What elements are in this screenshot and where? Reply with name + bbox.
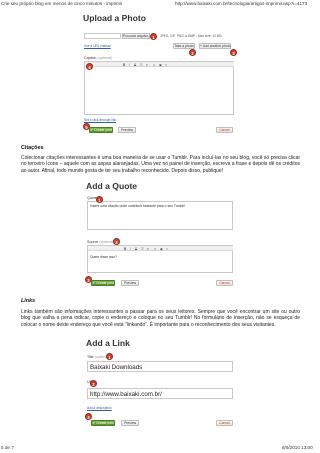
html-icon[interactable]: ⌗ [165,63,167,67]
bold-icon[interactable]: B [123,63,125,67]
photo-create-button[interactable]: ✔ Create post [89,127,113,133]
quote-textarea[interactable]: Insere uma citação pode contribuir basta… [87,201,233,230]
link-cancel-button[interactable]: Cancel [216,420,233,426]
link-badge-2: 2 [90,380,97,387]
links-title: Links [21,298,36,304]
step-badge-3: 3 [230,49,237,56]
title-input-value: Baixaki Downloads [90,364,143,371]
click-through-link[interactable]: Set a click-through link [84,118,116,122]
italic-icon[interactable]: I [130,247,131,251]
step-badge-4: 4 [86,63,93,70]
file-path-input[interactable] [84,33,121,39]
checkmark-icon: ✔ [92,421,96,425]
source-label: Source (optional) [87,240,115,244]
strike-icon[interactable]: S [135,247,137,251]
source-text: Quem disse isso? [90,255,117,259]
use-url-link[interactable]: Use a URL instead [84,44,111,48]
bold-icon[interactable]: B [124,247,126,251]
quote-cancel-button[interactable]: Cancel [216,280,233,286]
link-heading: Add a Link [86,338,130,348]
link-icon[interactable]: ∞ [153,63,155,67]
citacoes-title: Citações [21,145,44,151]
page-counter: 5 de 7 [1,445,14,450]
numbered-list-icon[interactable]: ≡ [146,63,148,67]
source-toolbar: B I S ☰ ≡ ∞ ▣ ⌗ [88,246,233,251]
links-body: Links também são informações interessant… [21,309,300,328]
print-footer: 5 de 7 6/5/2010 13:00 [0,444,320,453]
image-icon[interactable]: ▣ [160,247,163,251]
print-datetime: 6/5/2010 13:00 [282,445,313,450]
link-preview-button[interactable]: Preview [121,420,139,426]
photo-preview-button[interactable]: Preview [118,127,136,133]
link-badge-1: 1 [106,353,113,360]
list-icon[interactable]: ☰ [140,63,143,67]
html-icon[interactable]: ⌗ [166,247,168,251]
quote-preview-button[interactable]: Preview [121,280,139,286]
source-textarea[interactable]: B I S ☰ ≡ ∞ ▣ ⌗ Quem disse isso? [87,245,233,273]
italic-icon[interactable]: I [129,63,130,67]
page-url: http://www.baixaki.com.br/tecnologia/art… [175,1,308,6]
citacoes-body: Colecionar citações interessantes é uma … [21,155,300,174]
checkmark-icon: ✔ [90,128,94,132]
quote-badge-2: 2 [113,238,120,245]
list-icon[interactable]: ☰ [141,247,144,251]
step-badge-1: 1 [150,33,157,40]
url-input[interactable]: http://www.baixaki.com.br/ [87,388,233,399]
quote-text: Insere uma citação pode contribuir basta… [90,204,186,208]
link-icon[interactable]: ∞ [154,247,156,251]
link-create-button[interactable]: ✔ Create post [91,420,115,426]
quote-create-button[interactable]: ✔ Create post [91,280,115,286]
photo-cancel-button[interactable]: Cancel [216,127,233,133]
page-title: Crie seu próprio blog em menos de cinco … [1,1,123,6]
strike-icon[interactable]: S [134,63,136,67]
format-hint: JPEG, GIF, PNG or BMP - Max size: 10 MB [160,34,222,38]
browse-button[interactable]: Procurar arquivo... [122,33,151,39]
caption-label: Caption (optional) [84,56,113,60]
caption-toolbar: B I S ☰ ≡ ∞ ▣ ⌗ [85,62,234,67]
step-badge-2: 2 [189,49,196,56]
numbered-list-icon[interactable]: ≡ [147,247,149,251]
add-photo-button[interactable]: + Add another photo [199,43,231,49]
photo-heading: Upload a Photo [83,13,147,23]
quote-heading: Add a Quote [86,181,138,191]
link-badge-3: 3 [85,413,92,420]
add-description-link[interactable]: Add a description [87,406,112,410]
url-input-value: http://www.baixaki.com.br/ [90,391,162,398]
quote-badge-1: 1 [96,196,103,203]
checkmark-icon: ✔ [92,281,96,285]
title-input[interactable]: Baixaki Downloads [87,361,233,372]
caption-textarea[interactable]: B I S ☰ ≡ ∞ ▣ ⌗ [84,61,234,115]
print-header: Crie seu próprio blog em menos de cinco … [0,0,320,9]
image-icon[interactable]: ▣ [159,63,162,67]
